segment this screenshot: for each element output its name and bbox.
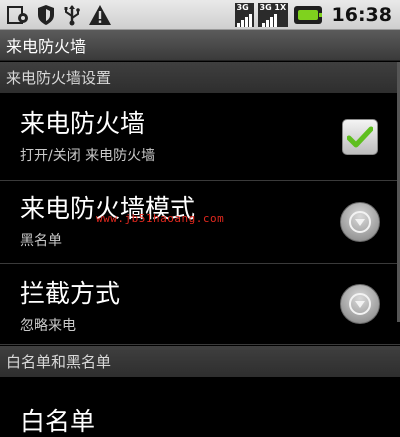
phone-screen: 3G 3G 1X 16:38 来电防火墙 来电防火墙设置 来电防火墙 打开/关闭… — [0, 0, 400, 437]
pref-firewall-toggle[interactable]: 来电防火墙 打开/关闭 来电防火墙 — [0, 93, 400, 181]
block-method-dropdown[interactable] — [340, 284, 380, 324]
signal-3g-icon: 3G — [234, 3, 254, 27]
signal-bars — [261, 14, 277, 27]
firewall-checkbox[interactable] — [342, 119, 378, 155]
pref-title: 来电防火墙 — [20, 109, 146, 138]
chevron-down-icon — [349, 293, 371, 315]
battery-icon — [293, 6, 322, 24]
warning-icon — [88, 4, 112, 26]
shield-icon — [36, 4, 56, 26]
section-header-white-black-list: 白名单和黑名单 — [0, 346, 400, 377]
firewall-mode-dropdown[interactable] — [340, 202, 380, 242]
pref-block-method[interactable]: 拦截方式 忽略来电 — [0, 265, 400, 345]
page-title: 来电防火墙 — [0, 30, 400, 61]
network-type-label: 3G — [236, 3, 249, 12]
notification-icons — [6, 3, 112, 27]
checkmark-icon — [347, 126, 373, 148]
status-clock: 16:38 — [331, 4, 392, 26]
pref-summary: 打开/关闭 来电防火墙 — [20, 148, 156, 164]
pref-title: 白名单 — [20, 407, 96, 436]
settings-notification-icon — [6, 4, 30, 26]
chevron-down-icon — [349, 211, 371, 233]
status-bar: 3G 3G 1X 16:38 — [0, 0, 400, 30]
pref-title: 拦截方式 — [20, 279, 121, 308]
watermark-text: www.jb51haoang.com — [96, 212, 225, 225]
signal-bars — [236, 14, 252, 27]
network-type-label: 3G 1X — [259, 3, 287, 12]
pref-summary: 忽略来电 — [20, 318, 76, 334]
section-header-firewall-settings: 来电防火墙设置 — [0, 62, 400, 93]
pref-summary: 黑名单 — [20, 233, 62, 249]
signal-3g1x-icon: 3G 1X — [257, 3, 288, 27]
pref-whitelist[interactable]: 白名单 — [0, 377, 400, 437]
usb-icon — [62, 4, 82, 26]
system-status: 3G 3G 1X 16:38 — [234, 2, 392, 28]
